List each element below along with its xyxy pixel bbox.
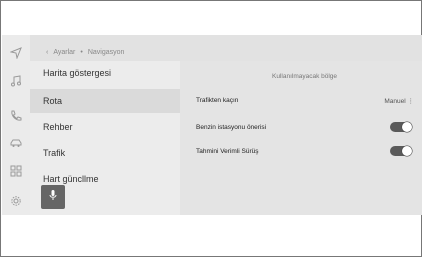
- chevron-left-icon[interactable]: ‹: [46, 49, 48, 56]
- left-rail: [2, 35, 30, 215]
- efficient-driving-label: Tahmini Verimli Sürüş: [196, 148, 259, 155]
- breadcrumb-separator: •: [80, 48, 83, 56]
- efficient-driving-toggle[interactable]: [390, 146, 412, 156]
- avoid-traffic-dropdown[interactable]: Manuel ⋮: [384, 97, 414, 105]
- avoid-traffic-value: Manuel: [384, 98, 406, 105]
- gear-icon[interactable]: [10, 195, 22, 207]
- phone-icon[interactable]: [10, 110, 22, 122]
- toggle-knob: [402, 146, 412, 156]
- breadcrumb: ‹ Ayarlar • Navigasyon: [46, 45, 124, 59]
- breadcrumb-current: Navigasyon: [87, 48, 125, 56]
- microphone-icon: [48, 188, 58, 206]
- menu-item-rehber[interactable]: Rehber: [30, 115, 180, 139]
- settings-content: Kullanılmayacak bölge Trafikten kaçın Ma…: [180, 61, 422, 215]
- menu-item-label: Hart güncllme: [43, 174, 99, 184]
- more-options-icon: ⋮: [407, 98, 415, 105]
- microphone-button[interactable]: [41, 185, 65, 209]
- fuel-station-suggestion-toggle[interactable]: [390, 122, 412, 132]
- menu-item-label: Rehber: [43, 122, 73, 132]
- menu-item-label: Rota: [43, 96, 63, 106]
- menu-item-harita-gostergesi[interactable]: Harita göstergesi: [30, 61, 180, 85]
- navigation-arrow-icon[interactable]: [10, 47, 22, 59]
- avoid-traffic-label: Trafikten kaçın: [196, 97, 239, 104]
- toggle-knob: [402, 122, 412, 132]
- device-frame: ‹ Ayarlar • Navigasyon Harita göstergesi…: [0, 0, 422, 257]
- unused-area-label: Kullanılmayacak bölge: [272, 73, 338, 80]
- menu-item-rota[interactable]: Rota: [30, 89, 180, 113]
- menu-item-label: Trafik: [43, 148, 66, 158]
- music-note-icon[interactable]: [10, 75, 22, 87]
- apps-grid-icon[interactable]: [10, 165, 22, 177]
- car-icon[interactable]: [10, 137, 22, 149]
- fuel-station-suggestion-label: Benzin istasyonu önerisi: [196, 124, 267, 131]
- menu-item-label: Harita göstergesi: [43, 68, 112, 78]
- head-unit-screen: ‹ Ayarlar • Navigasyon Harita göstergesi…: [2, 35, 422, 215]
- menu-item-trafik[interactable]: Trafik: [30, 141, 180, 165]
- breadcrumb-parent[interactable]: Ayarlar: [53, 49, 75, 56]
